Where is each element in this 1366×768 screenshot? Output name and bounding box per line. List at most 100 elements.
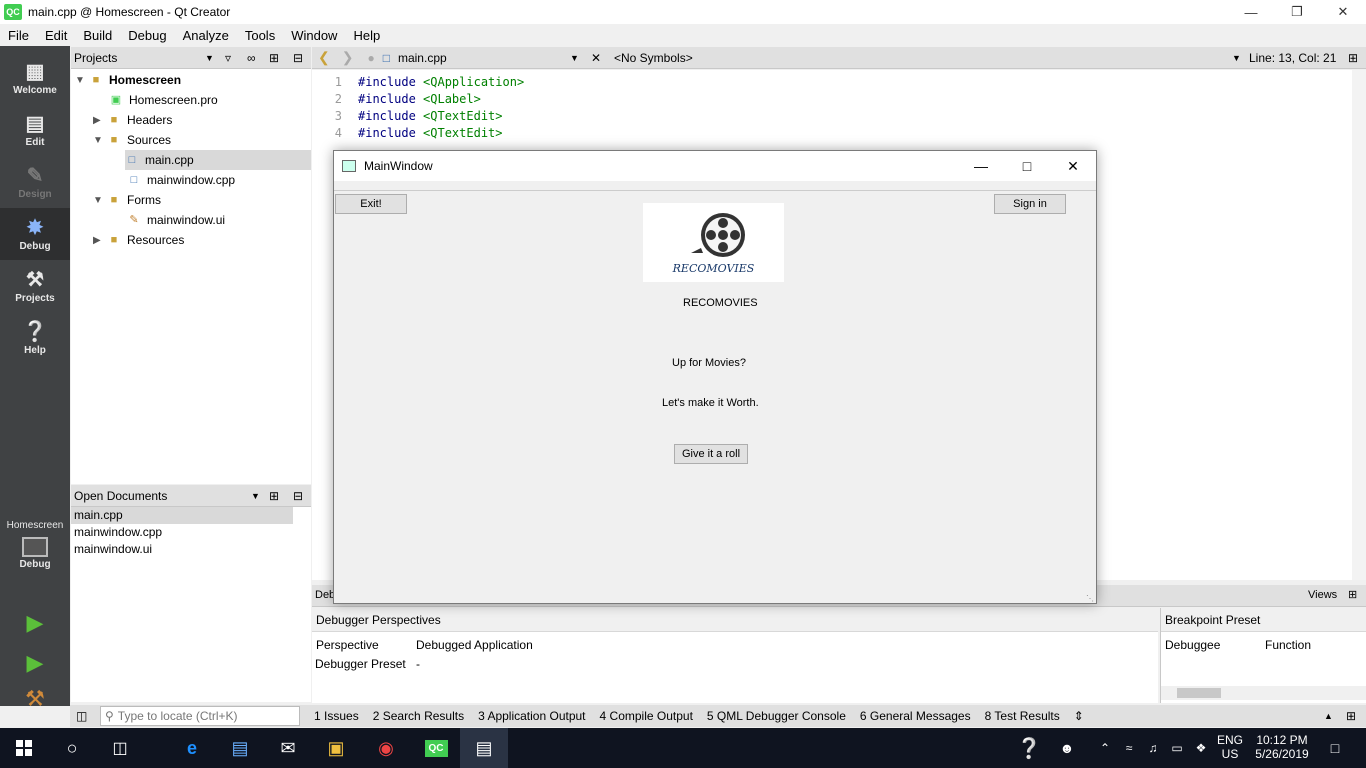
mode-debug[interactable]: ✸ Debug bbox=[0, 208, 70, 260]
split-icon[interactable]: ⊞ bbox=[1346, 709, 1356, 723]
close-pane-icon[interactable]: ⊟ bbox=[293, 489, 303, 503]
tab-test-results[interactable]: 8 Test Results bbox=[985, 709, 1060, 723]
chevron-right-icon[interactable]: ▶ bbox=[93, 115, 107, 126]
edge-browser-icon[interactable]: e bbox=[168, 728, 216, 768]
chevron-down-icon[interactable]: ▼ bbox=[93, 135, 107, 146]
menu-tools[interactable]: Tools bbox=[237, 28, 283, 43]
open-doc-item[interactable]: mainwindow.ui bbox=[71, 541, 311, 558]
tab-compile-output[interactable]: 4 Compile Output bbox=[600, 709, 693, 723]
people-icon[interactable]: ☻ bbox=[1050, 728, 1084, 768]
tree-item-mainwindow-ui[interactable]: ✎ mainwindow.ui bbox=[127, 210, 225, 230]
chevron-right-icon[interactable]: ▶ bbox=[93, 235, 107, 246]
app-window-taskbar-icon[interactable]: ▤ bbox=[460, 728, 508, 768]
split-icon[interactable]: ⊞ bbox=[269, 489, 279, 503]
tree-item-pro[interactable]: ▣ Homescreen.pro bbox=[109, 90, 218, 110]
mode-projects[interactable]: ⚒ Projects bbox=[0, 260, 70, 312]
debug-run-icon[interactable]: ▶ bbox=[0, 650, 70, 676]
back-icon[interactable]: ❮ bbox=[318, 49, 330, 66]
menu-build[interactable]: Build bbox=[75, 28, 120, 43]
locator-input[interactable]: ⚲ Type to locate (Ctrl+K) bbox=[100, 706, 300, 726]
menu-debug[interactable]: Debug bbox=[120, 28, 174, 43]
task-view-icon[interactable]: ◫ bbox=[96, 728, 144, 768]
help-tray-icon[interactable]: ❔ bbox=[1012, 728, 1046, 768]
exit-button[interactable]: Exit! bbox=[335, 194, 407, 214]
projects-pane-title[interactable]: Projects bbox=[74, 51, 117, 65]
clock[interactable]: 10:12 PM 5/26/2019 bbox=[1248, 733, 1316, 761]
tree-item-forms[interactable]: ▼ ■ Forms bbox=[93, 190, 161, 210]
filter-icon[interactable]: ▿ bbox=[225, 51, 231, 65]
build-hammer-icon[interactable]: ⚒ bbox=[0, 686, 70, 712]
minimize-icon[interactable]: — bbox=[1228, 0, 1274, 24]
tree-item-headers[interactable]: ▶ ■ Headers bbox=[93, 110, 172, 130]
chevron-down-icon[interactable]: ▼ bbox=[205, 53, 214, 63]
kit-selector[interactable]: Homescreen Debug bbox=[0, 520, 70, 570]
run-icon[interactable]: ▶ bbox=[0, 610, 70, 636]
menu-window[interactable]: Window bbox=[283, 28, 345, 43]
horizontal-scrollbar[interactable] bbox=[1161, 686, 1366, 700]
search-icon[interactable]: ○ bbox=[48, 728, 96, 768]
maximize-icon[interactable]: □ bbox=[1004, 151, 1050, 181]
tree-item-mainwindow-cpp[interactable]: □ mainwindow.cpp bbox=[127, 170, 235, 190]
menu-edit[interactable]: Edit bbox=[37, 28, 75, 43]
column-debuggee[interactable]: Debuggee bbox=[1165, 638, 1220, 652]
notifications-icon[interactable]: □ bbox=[1320, 728, 1350, 768]
windows-start-icon[interactable] bbox=[0, 728, 48, 768]
more-tabs-icon[interactable]: ⇕ bbox=[1074, 709, 1084, 723]
close-icon[interactable]: ✕ bbox=[1320, 0, 1366, 24]
chevron-down-icon[interactable]: ▼ bbox=[251, 491, 260, 501]
dropbox-icon[interactable]: ❖ bbox=[1190, 728, 1212, 768]
sign-in-button[interactable]: Sign in bbox=[994, 194, 1066, 214]
give-it-a-roll-button[interactable]: Give it a roll bbox=[674, 444, 748, 464]
tab-application-output[interactable]: 3 Application Output bbox=[478, 709, 585, 723]
qt-creator-taskbar-icon[interactable]: QC bbox=[412, 728, 460, 768]
close-icon[interactable]: ✕ bbox=[1050, 151, 1096, 181]
chrome-icon[interactable]: ◉ bbox=[362, 728, 410, 768]
column-function[interactable]: Function bbox=[1265, 638, 1311, 652]
menu-analyze[interactable]: Analyze bbox=[175, 28, 237, 43]
close-document-icon[interactable]: ✕ bbox=[591, 51, 601, 65]
editor-scrollbar[interactable] bbox=[1352, 70, 1366, 580]
mode-edit[interactable]: ▤ Edit bbox=[0, 104, 70, 156]
tree-item-sources[interactable]: ▼ ■ Sources bbox=[93, 130, 171, 150]
split-icon[interactable]: ⊞ bbox=[269, 51, 279, 65]
chevron-down-icon[interactable]: ▼ bbox=[1232, 53, 1241, 63]
tree-item-resources[interactable]: ▶ ■ Resources bbox=[93, 230, 184, 250]
views-button[interactable]: Views bbox=[1308, 589, 1337, 601]
language-indicator[interactable]: ENG US bbox=[1212, 733, 1248, 761]
minimize-icon[interactable]: — bbox=[958, 151, 1004, 181]
scrollbar-thumb[interactable] bbox=[1177, 688, 1221, 698]
tab-general-messages[interactable]: 6 General Messages bbox=[860, 709, 971, 723]
debugger-preset-value[interactable]: - bbox=[416, 657, 420, 671]
mode-design[interactable]: ✎ Design bbox=[0, 156, 70, 208]
chevron-up-icon[interactable]: ▲ bbox=[1324, 711, 1333, 721]
resize-grip-icon[interactable]: ⋱ bbox=[1086, 594, 1094, 603]
split-icon[interactable]: ⊞ bbox=[1348, 51, 1358, 65]
open-doc-item[interactable]: main.cpp bbox=[71, 507, 293, 524]
tab-issues[interactable]: 1 Issues bbox=[314, 709, 359, 723]
restore-icon[interactable]: ❐ bbox=[1274, 0, 1320, 24]
symbols-combo[interactable]: <No Symbols> bbox=[614, 51, 693, 65]
tab-qml-debugger-console[interactable]: 5 QML Debugger Console bbox=[707, 709, 846, 723]
toggle-sidebar-icon[interactable]: ◫ bbox=[76, 709, 87, 723]
mode-help[interactable]: ❔ Help bbox=[0, 312, 70, 364]
chevron-up-icon[interactable]: ⌃ bbox=[1094, 728, 1116, 768]
mode-welcome[interactable]: ▦ Welcome bbox=[0, 52, 70, 104]
menu-file[interactable]: File bbox=[0, 28, 37, 43]
menu-help[interactable]: Help bbox=[345, 28, 388, 43]
chevron-down-icon[interactable]: ▼ bbox=[570, 53, 579, 63]
close-pane-icon[interactable]: ⊟ bbox=[293, 51, 303, 65]
wifi-icon[interactable]: ≈ bbox=[1118, 728, 1140, 768]
tree-item-homescreen[interactable]: ▼ ■ Homescreen bbox=[75, 70, 181, 90]
tree-item-main-cpp[interactable]: □ main.cpp bbox=[125, 150, 311, 170]
store-icon[interactable]: ▣ bbox=[312, 728, 360, 768]
tab-search-results[interactable]: 2 Search Results bbox=[373, 709, 464, 723]
link-icon[interactable]: ∞ bbox=[247, 51, 256, 65]
open-documents-title[interactable]: Open Documents bbox=[74, 489, 167, 503]
current-file-combo[interactable]: main.cpp bbox=[398, 51, 447, 65]
perspective-value[interactable]: Debugged Application bbox=[416, 638, 533, 652]
chevron-down-icon[interactable]: ▼ bbox=[93, 195, 107, 206]
computer-icon[interactable]: ▤ bbox=[216, 728, 264, 768]
volume-icon[interactable]: ♫ bbox=[1142, 728, 1164, 768]
chevron-down-icon[interactable]: ▼ bbox=[75, 75, 89, 86]
cursor-position[interactable]: Line: 13, Col: 21 bbox=[1249, 51, 1336, 65]
